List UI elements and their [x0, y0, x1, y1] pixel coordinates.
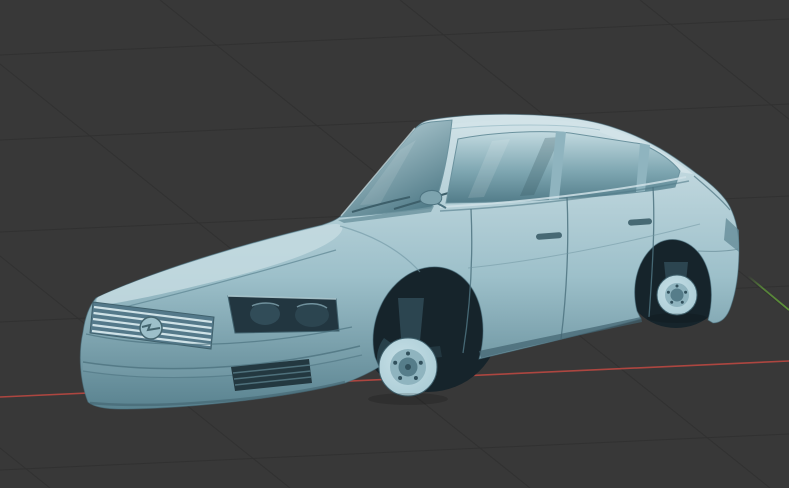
- wheel-hub: [670, 288, 684, 302]
- viewport-canvas[interactable]: [0, 0, 789, 488]
- wheel-bolt: [418, 360, 423, 365]
- wheel-bolt: [393, 360, 398, 365]
- wheel-bolt: [675, 284, 679, 288]
- headlight: [227, 295, 340, 334]
- viewport[interactable]: [0, 0, 789, 488]
- rear-brake-disc: [656, 274, 698, 316]
- wheel-bolt: [406, 351, 410, 356]
- wheel-bolt: [680, 300, 684, 304]
- hub-cap: [405, 364, 411, 370]
- wheel-bolt: [398, 376, 403, 380]
- mirror-housing: [419, 190, 443, 206]
- headlight-lens-inner: [250, 303, 280, 325]
- rear-wheel-shadow: [647, 313, 707, 323]
- front-wheel-shadow: [368, 393, 448, 405]
- wheel-bolt: [666, 290, 670, 294]
- wheel-bolt: [670, 300, 674, 304]
- wheel-bolt: [413, 376, 418, 380]
- wheel-bolt: [684, 290, 688, 294]
